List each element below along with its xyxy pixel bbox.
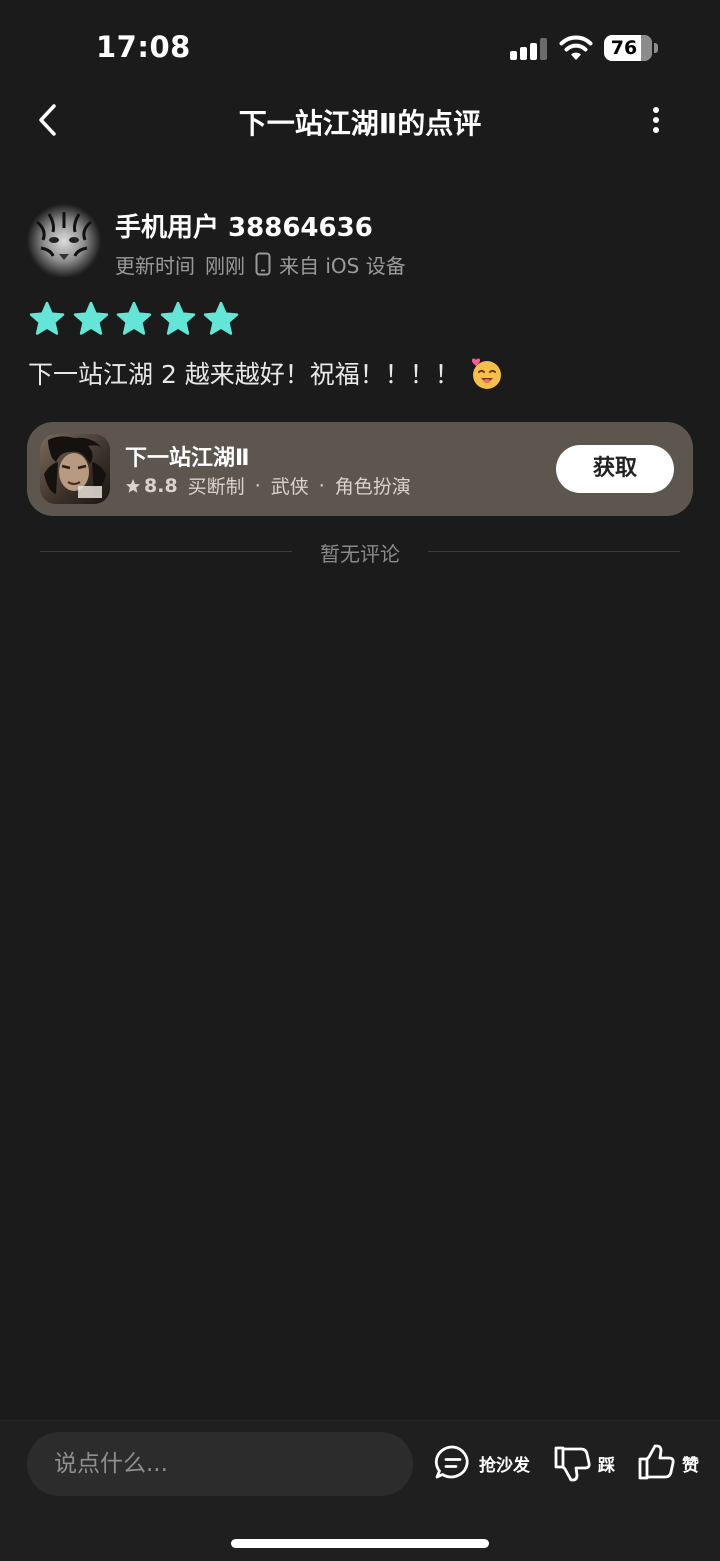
game-tag-genre: 武侠 [270, 476, 309, 498]
comment-input[interactable] [27, 1432, 413, 1496]
sofa-label: 抢沙发 [479, 1455, 530, 1476]
page-title: 下一站江湖Ⅱ的点评 [238, 107, 482, 140]
like-label: 赞 [682, 1455, 699, 1476]
star-icon [203, 301, 239, 335]
divider [428, 551, 680, 552]
game-card[interactable]: 下一站江湖Ⅱ 8.8 买断制 · 武侠 · 角色扮演 获取 [27, 422, 693, 516]
game-tag-category: 角色扮演 [334, 476, 411, 498]
comment-bubble-icon [434, 1445, 469, 1479]
status-bar: 17:08 76 [0, 0, 720, 96]
user-name[interactable]: 手机用户 38864636 [115, 207, 373, 244]
thumbs-down-icon [554, 1446, 591, 1482]
divider [40, 551, 292, 552]
no-comments-text: 暂无评论 [320, 542, 400, 566]
game-rating: 8.8 [144, 474, 178, 497]
review-content: 下一站江湖 2 越来越好！祝福！！！！ [28, 355, 504, 391]
game-title[interactable]: 下一站江湖Ⅱ [125, 440, 250, 472]
dislike-label: 踩 [598, 1455, 615, 1476]
star-icon [73, 301, 108, 335]
avatar[interactable] [27, 204, 101, 278]
nav-bar: 下一站江湖Ⅱ的点评 [0, 90, 720, 150]
wifi-icon [559, 35, 593, 60]
phone-icon [255, 252, 271, 276]
device-text: 来自 iOS 设备 [279, 253, 406, 278]
star-icon [126, 478, 140, 493]
dislike-button[interactable]: 踩 [552, 1443, 615, 1483]
thumbs-up-icon [638, 1444, 675, 1480]
game-icon[interactable] [40, 434, 110, 504]
chevron-left-icon[interactable] [30, 100, 70, 140]
kissing-face-emoji-icon [471, 358, 501, 389]
star-icon [29, 301, 65, 335]
review-text: 下一站江湖 2 越来越好！祝福！！！！ [28, 360, 460, 389]
update-label: 更新时间 [115, 253, 195, 278]
game-tag-pricing: 买断制 [187, 476, 245, 498]
home-indicator [231, 1539, 489, 1548]
battery-level: 76 [610, 37, 638, 59]
tag-separator: · [318, 474, 325, 497]
star-icon [116, 301, 152, 335]
rating-stars [28, 300, 246, 340]
tag-separator: · [254, 474, 261, 497]
star-icon [160, 301, 195, 335]
get-button[interactable]: 获取 [556, 445, 674, 493]
sofa-button[interactable]: 抢沙发 [433, 1443, 530, 1483]
game-meta: 8.8 买断制 · 武侠 · 角色扮演 [125, 472, 411, 499]
status-time: 17:08 [96, 30, 191, 64]
battery-icon: 76 [604, 35, 652, 61]
update-time: 刚刚 [205, 253, 245, 278]
more-vertical-icon[interactable] [640, 100, 672, 140]
cellular-signal-icon [510, 38, 548, 60]
review-meta: 更新时间 刚刚 来自 iOS 设备 [115, 250, 406, 278]
like-button[interactable]: 赞 [636, 1443, 699, 1483]
battery-nub [654, 43, 658, 53]
